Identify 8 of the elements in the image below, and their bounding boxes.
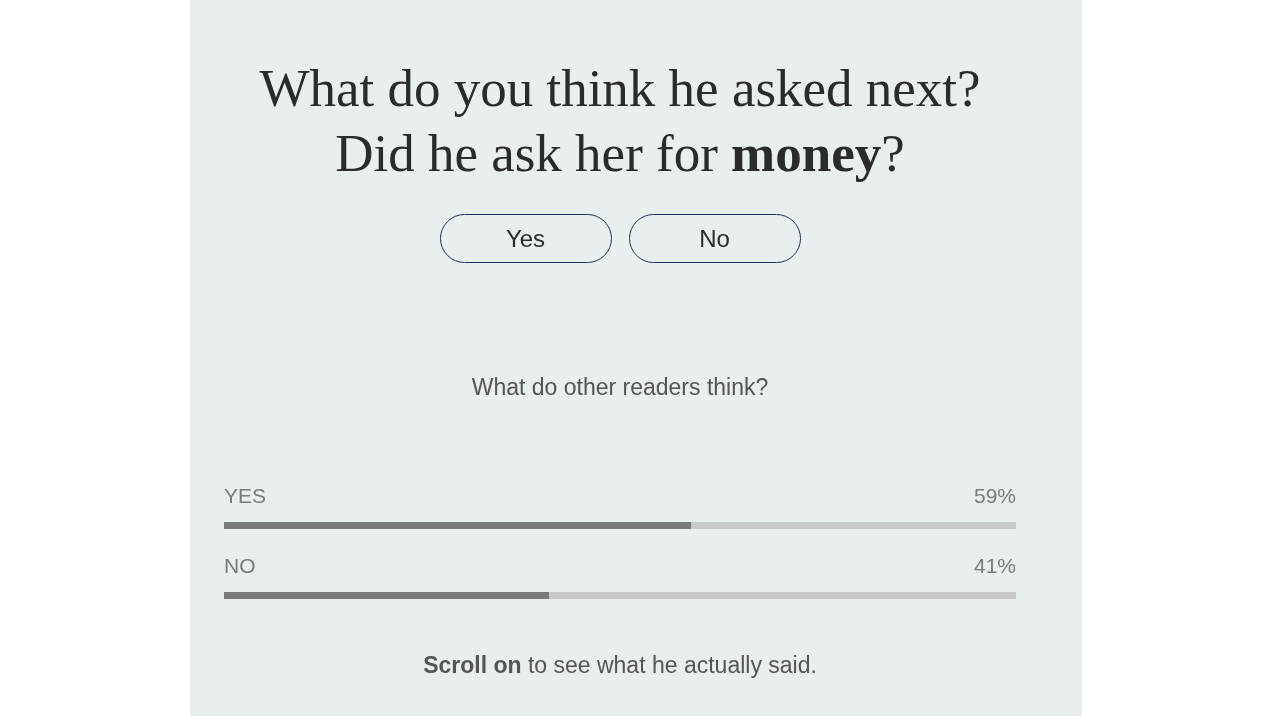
option-label: NO	[224, 553, 256, 579]
percentage-reading: 41%	[973, 553, 1016, 579]
percentage-reading: 59%	[973, 483, 1016, 509]
question-heading: What do you think he asked next?	[259, 58, 981, 119]
question-heading: Did he ask her for money?	[335, 123, 905, 184]
option-label: YES	[224, 483, 267, 509]
scroll-hint: Scroll on to see what he actually said.	[423, 651, 817, 679]
results-prompt: What do other readers think?	[471, 373, 769, 401]
